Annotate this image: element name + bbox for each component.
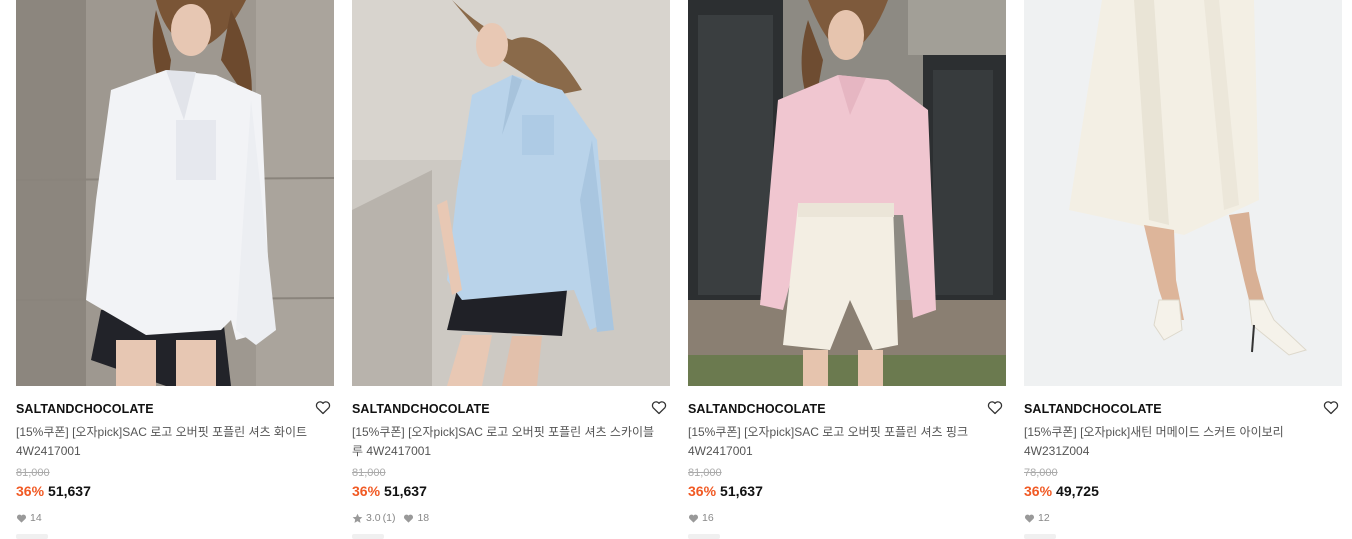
- brand-name[interactable]: SALTANDCHOCOLATE: [688, 402, 826, 416]
- price-row: 36% 51,637: [688, 483, 763, 500]
- discount-rate: 36%: [1024, 483, 1053, 499]
- tag-chip: [16, 534, 48, 539]
- sale-price: 49,725: [1056, 483, 1099, 499]
- likes-count: 16: [702, 512, 714, 524]
- product-stats: 16: [688, 512, 722, 524]
- product-photo-white-shirt: [16, 0, 334, 386]
- tag-chip: [1024, 534, 1056, 539]
- price-row: 36% 51,637: [352, 483, 427, 500]
- product-stats: 14: [16, 512, 50, 524]
- original-price: 81,000: [688, 467, 722, 479]
- discount-rate: 36%: [688, 483, 717, 499]
- discount-rate: 36%: [352, 483, 381, 499]
- product-photo-skyblue-shirt: [352, 0, 670, 386]
- sale-price: 51,637: [48, 483, 91, 499]
- sale-price: 51,637: [384, 483, 427, 499]
- discount-rate: 36%: [16, 483, 45, 499]
- original-price: 81,000: [16, 467, 50, 479]
- star-icon: [352, 513, 363, 524]
- tag-chip: [688, 534, 720, 539]
- brand-name[interactable]: SALTANDCHOCOLATE: [1024, 402, 1162, 416]
- rating-group: 3.0 (1): [352, 512, 395, 524]
- likes-group: 18: [403, 512, 429, 524]
- brand-name[interactable]: SALTANDCHOCOLATE: [352, 402, 490, 416]
- product-image[interactable]: [688, 0, 1006, 386]
- brand-row: SALTANDCHOCOLATE: [688, 400, 1006, 418]
- likes-count: 18: [417, 512, 430, 524]
- price-row: 36% 51,637: [16, 483, 91, 500]
- heart-filled-icon: [1024, 513, 1035, 524]
- sale-price: 51,637: [720, 483, 763, 499]
- product-photo-pink-shirt: [688, 0, 1006, 386]
- product-name[interactable]: [15%쿠폰] [오자pick]SAC 로고 오버핏 포플린 셔츠 화이트 4W…: [16, 423, 326, 461]
- product-card[interactable]: SALTANDCHOCOLATE [15%쿠폰] [오자pick]SAC 로고 …: [352, 0, 670, 539]
- product-photo-ivory-skirt: [1024, 0, 1342, 386]
- likes-group: 12: [1024, 512, 1050, 524]
- original-price: 78,000: [1024, 467, 1058, 479]
- brand-row: SALTANDCHOCOLATE: [16, 400, 334, 418]
- product-name[interactable]: [15%쿠폰] [오자pick]SAC 로고 오버핏 포플린 셔츠 핑크 4W2…: [688, 423, 998, 461]
- product-image[interactable]: [352, 0, 670, 386]
- wishlist-heart-icon[interactable]: [650, 398, 668, 416]
- brand-row: SALTANDCHOCOLATE: [1024, 400, 1342, 418]
- wishlist-heart-icon[interactable]: [986, 398, 1004, 416]
- tag-chip: [352, 534, 384, 539]
- product-card[interactable]: SALTANDCHOCOLATE [15%쿠폰] [오자pick]새틴 머메이드…: [1024, 0, 1342, 539]
- heart-filled-icon: [688, 513, 699, 524]
- product-image[interactable]: [16, 0, 334, 386]
- product-name[interactable]: [15%쿠폰] [오자pick]SAC 로고 오버핏 포플린 셔츠 스카이블루 …: [352, 423, 662, 461]
- original-price: 81,000: [352, 467, 386, 479]
- heart-filled-icon: [403, 513, 414, 524]
- rating-value: 3.0: [366, 512, 381, 524]
- product-name[interactable]: [15%쿠폰] [오자pick]새틴 머메이드 스커트 아이보리 4W231Z0…: [1024, 423, 1334, 461]
- product-card[interactable]: SALTANDCHOCOLATE [15%쿠폰] [오자pick]SAC 로고 …: [688, 0, 1006, 539]
- product-stats: 12: [1024, 512, 1058, 524]
- wishlist-heart-icon[interactable]: [314, 398, 332, 416]
- product-card[interactable]: SALTANDCHOCOLATE [15%쿠폰] [오자pick]SAC 로고 …: [16, 0, 334, 539]
- likes-count: 14: [30, 512, 42, 524]
- price-row: 36% 49,725: [1024, 483, 1099, 500]
- likes-group: 14: [16, 512, 42, 524]
- brand-name[interactable]: SALTANDCHOCOLATE: [16, 402, 154, 416]
- likes-count: 12: [1038, 512, 1050, 524]
- product-image[interactable]: [1024, 0, 1342, 386]
- rating-count: (1): [382, 512, 396, 524]
- product-stats: 3.0 (1) 18: [352, 512, 437, 524]
- brand-row: SALTANDCHOCOLATE: [352, 400, 670, 418]
- product-grid: SALTANDCHOCOLATE [15%쿠폰] [오자pick]SAC 로고 …: [16, 0, 1342, 539]
- heart-filled-icon: [16, 513, 27, 524]
- wishlist-heart-icon[interactable]: [1322, 398, 1340, 416]
- likes-group: 16: [688, 512, 714, 524]
